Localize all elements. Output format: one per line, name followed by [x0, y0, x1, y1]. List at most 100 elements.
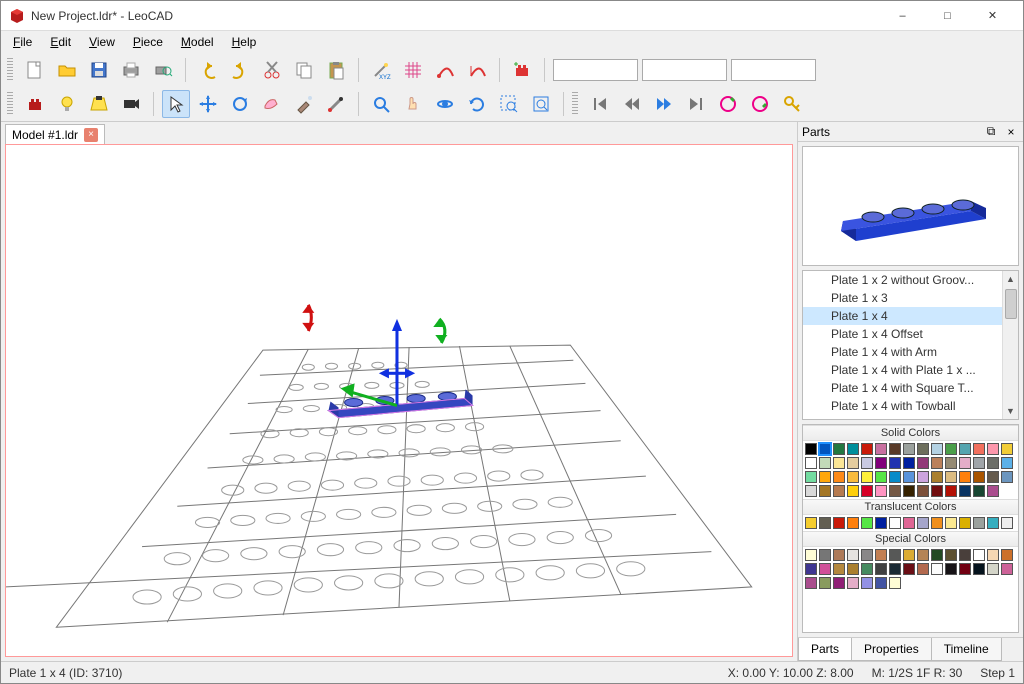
color-swatch[interactable] [903, 471, 915, 483]
color-swatch[interactable] [861, 471, 873, 483]
color-swatch[interactable] [861, 563, 873, 575]
3d-viewport[interactable] [5, 144, 793, 657]
color-swatch[interactable] [847, 563, 859, 575]
color-swatch[interactable] [945, 443, 957, 455]
toolbar-handle[interactable] [572, 92, 578, 116]
color-swatch[interactable] [889, 577, 901, 589]
color-swatch[interactable] [987, 471, 999, 483]
prev-step-button[interactable] [618, 90, 646, 118]
spotlight-button[interactable] [85, 90, 113, 118]
zoom-region-button[interactable] [495, 90, 523, 118]
color-swatch[interactable] [931, 563, 943, 575]
color-swatch[interactable] [973, 443, 985, 455]
next-step-button[interactable] [650, 90, 678, 118]
color-swatch[interactable] [875, 517, 887, 529]
roll-button[interactable] [463, 90, 491, 118]
snap-grid-button[interactable] [399, 56, 427, 84]
print-preview-button[interactable] [149, 56, 177, 84]
color-swatch[interactable] [903, 517, 915, 529]
color-swatch[interactable] [1001, 443, 1013, 455]
pan-button[interactable] [399, 90, 427, 118]
color-swatch[interactable] [833, 549, 845, 561]
part-list-item[interactable]: Plate 1 x 4 with Plate 1 x ... [803, 361, 1002, 379]
color-swatch[interactable] [889, 457, 901, 469]
color-swatch[interactable] [945, 517, 957, 529]
color-swatch[interactable] [987, 485, 999, 497]
color-swatch[interactable] [959, 457, 971, 469]
color-swatch[interactable] [819, 563, 831, 575]
color-swatch[interactable] [889, 549, 901, 561]
color-swatch[interactable] [973, 471, 985, 483]
color-swatch[interactable] [889, 517, 901, 529]
color-swatch[interactable] [959, 471, 971, 483]
color-swatch[interactable] [889, 443, 901, 455]
color-swatch[interactable] [931, 549, 943, 561]
color-swatch[interactable] [917, 485, 929, 497]
model-tab[interactable]: Model #1.ldr × [5, 124, 105, 144]
color-swatch[interactable] [805, 549, 817, 561]
color-swatch[interactable] [973, 457, 985, 469]
color-swatch[interactable] [959, 549, 971, 561]
add-piece-button[interactable] [508, 56, 536, 84]
panel-tab-properties[interactable]: Properties [851, 638, 932, 661]
zoom-extents-button[interactable] [527, 90, 555, 118]
color-swatch[interactable] [945, 549, 957, 561]
toolbar-handle[interactable] [7, 92, 13, 116]
color-swatch[interactable] [847, 485, 859, 497]
redo-button[interactable] [226, 56, 254, 84]
delete-tool-button[interactable] [258, 90, 286, 118]
color-swatch[interactable] [861, 485, 873, 497]
color-swatch[interactable] [1001, 471, 1013, 483]
color-swatch[interactable] [819, 457, 831, 469]
menu-view[interactable]: View [81, 33, 123, 51]
color-swatch[interactable] [875, 485, 887, 497]
color-swatch[interactable] [931, 443, 943, 455]
color-swatch[interactable] [819, 517, 831, 529]
color-swatch[interactable] [875, 471, 887, 483]
color-swatch[interactable] [931, 485, 943, 497]
color-swatch[interactable] [833, 443, 845, 455]
color-swatch[interactable] [987, 457, 999, 469]
part-list-item[interactable]: Plate 1 x 4 with Towball S... [803, 415, 1002, 419]
color-picker-button[interactable] [322, 90, 350, 118]
color-swatch[interactable] [819, 485, 831, 497]
part-list-item[interactable]: Plate 1 x 2 without Groov... [803, 271, 1002, 289]
color-swatch[interactable] [1001, 457, 1013, 469]
part-list-item[interactable]: Plate 1 x 4 with Towball [803, 397, 1002, 415]
color-swatch[interactable] [875, 443, 887, 455]
panel-float-icon[interactable]: ⧉ [983, 124, 999, 139]
move-tool-button[interactable] [194, 90, 222, 118]
part-list-item[interactable]: Plate 1 x 4 [803, 307, 1002, 325]
color-swatch[interactable] [819, 577, 831, 589]
panel-close-icon[interactable]: × [1003, 125, 1019, 139]
color-swatch[interactable] [917, 443, 929, 455]
color-swatch[interactable] [861, 549, 873, 561]
color-swatch[interactable] [945, 563, 957, 575]
panel-tab-timeline[interactable]: Timeline [931, 638, 1002, 661]
color-swatch[interactable] [819, 443, 831, 455]
color-swatch[interactable] [889, 563, 901, 575]
transform-wand-button[interactable]: XYZ [367, 56, 395, 84]
color-swatch[interactable] [903, 563, 915, 575]
color-swatch[interactable] [931, 457, 943, 469]
window-maximize-button[interactable]: □ [925, 1, 970, 30]
paint-tool-button[interactable] [290, 90, 318, 118]
paste-button[interactable] [322, 56, 350, 84]
orbit-button[interactable] [431, 90, 459, 118]
color-swatch[interactable] [875, 457, 887, 469]
color-swatch[interactable] [833, 485, 845, 497]
print-button[interactable] [117, 56, 145, 84]
copy-button[interactable] [290, 56, 318, 84]
toolbar-input-z[interactable] [731, 59, 816, 81]
window-minimize-button[interactable]: ‒ [880, 1, 925, 30]
color-swatch[interactable] [805, 517, 817, 529]
menu-help[interactable]: Help [224, 33, 265, 51]
color-swatch[interactable] [973, 485, 985, 497]
color-swatch[interactable] [917, 549, 929, 561]
color-swatch[interactable] [805, 577, 817, 589]
select-tool-button[interactable] [162, 90, 190, 118]
first-step-button[interactable] [586, 90, 614, 118]
camera-button[interactable] [117, 90, 145, 118]
color-swatch[interactable] [987, 563, 999, 575]
color-swatch[interactable] [945, 471, 957, 483]
